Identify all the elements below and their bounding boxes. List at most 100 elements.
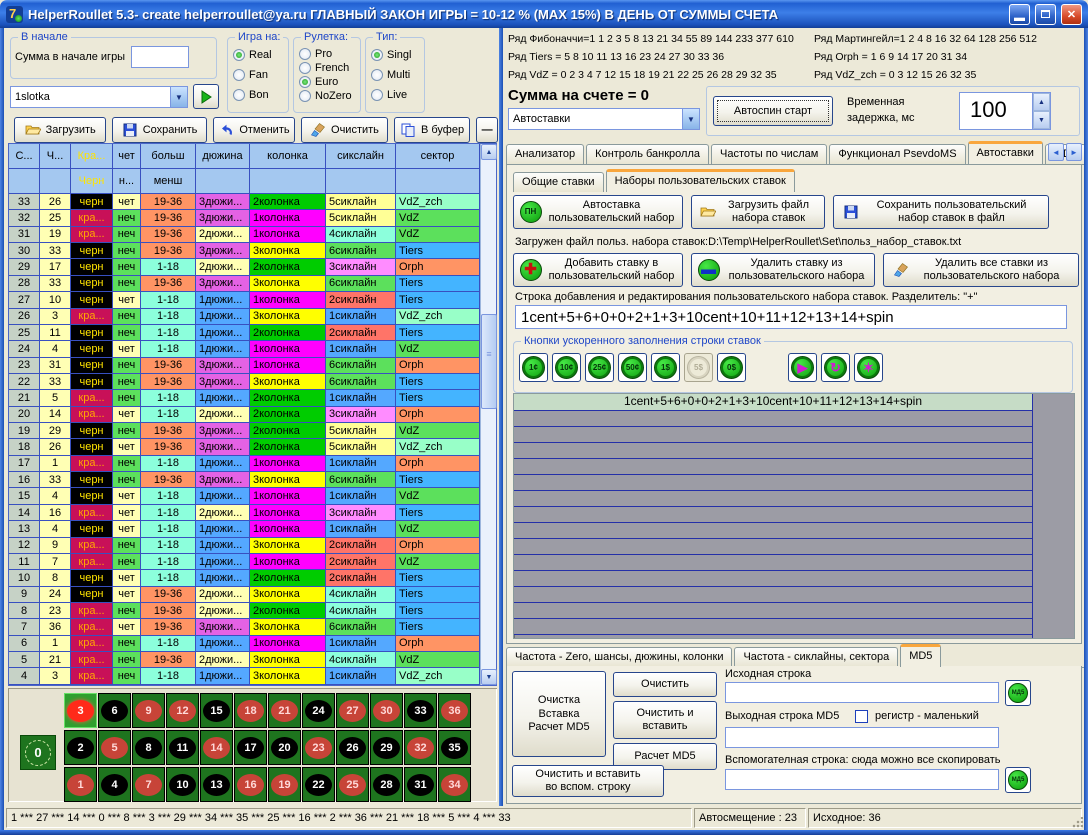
radio-bon[interactable]: Bon: [233, 89, 272, 101]
radio-multi[interactable]: Multi: [371, 69, 411, 81]
roulette-number-30[interactable]: 30: [370, 693, 403, 728]
clear-button[interactable]: Очистить: [301, 117, 387, 143]
roulette-number-31[interactable]: 31: [404, 767, 437, 802]
roulette-number-7[interactable]: 7: [132, 767, 165, 802]
roulette-number-3[interactable]: 3: [64, 693, 97, 728]
spinner-down-icon[interactable]: ▼: [1033, 111, 1050, 129]
roulette-number-25[interactable]: 25: [336, 767, 369, 802]
minimize-button[interactable]: ▬: [1009, 4, 1030, 25]
add-bet-button[interactable]: ✚ Добавить ставку в пользовательский наб…: [513, 253, 683, 287]
roulette-number-22[interactable]: 22: [302, 767, 335, 802]
roulette-number-23[interactable]: 23: [302, 730, 335, 765]
roulette-number-32[interactable]: 32: [404, 730, 437, 765]
main-tab-3[interactable]: Частоты по числам: [711, 144, 827, 164]
aux-string-input[interactable]: [725, 769, 999, 790]
spinner-up-icon[interactable]: ▲: [1033, 93, 1050, 111]
load-button[interactable]: Загрузить: [14, 117, 106, 143]
md5-aux-icon-button[interactable]: МД5: [1005, 767, 1031, 793]
scroll-thumb[interactable]: [481, 314, 497, 409]
roulette-number-14[interactable]: 14: [200, 730, 233, 765]
roulette-number-0[interactable]: 0: [20, 735, 56, 770]
radio-real[interactable]: Real: [233, 49, 272, 61]
bet-set-list[interactable]: 1cent+5+6+0+0+2+1+3+10cent+10+11+12+13+1…: [513, 393, 1075, 639]
tabs-scroll-left-icon[interactable]: ◄: [1048, 143, 1064, 161]
md5-clear-button[interactable]: Очистить: [613, 672, 717, 697]
scroll-up-icon[interactable]: ▲: [481, 144, 497, 160]
radio-euro[interactable]: Euro: [299, 76, 352, 88]
roulette-number-8[interactable]: 8: [132, 730, 165, 765]
begin-sum-input[interactable]: [131, 46, 189, 68]
lowercase-checkbox[interactable]: [855, 710, 868, 723]
md5-clear-paste-button[interactable]: Очистить и вставить: [613, 701, 717, 739]
source-string-input[interactable]: [725, 682, 999, 703]
delay-spinner[interactable]: 100 ▲ ▼: [959, 92, 1051, 130]
main-tab-4[interactable]: Функционал PsevdoMS: [829, 144, 965, 164]
freq-tab-1[interactable]: Частота - Zero, шансы, дюжины, колонки: [506, 647, 732, 667]
roulette-number-10[interactable]: 10: [166, 767, 199, 802]
chip-0d-button[interactable]: 0$: [717, 353, 746, 382]
roulette-number-21[interactable]: 21: [268, 693, 301, 728]
roulette-number-26[interactable]: 26: [336, 730, 369, 765]
chip-1d-button[interactable]: 1$: [651, 353, 680, 382]
md5-clear-paste-aux-button[interactable]: Очистить и вставить во вспом. строку: [512, 765, 664, 797]
radio-live[interactable]: Live: [371, 89, 411, 101]
resize-grip[interactable]: [1071, 817, 1083, 829]
roulette-number-20[interactable]: 20: [268, 730, 301, 765]
autospin-start-button[interactable]: Автоспин старт: [713, 96, 833, 126]
roulette-number-12[interactable]: 12: [166, 693, 199, 728]
roulette-number-29[interactable]: 29: [370, 730, 403, 765]
play-button[interactable]: ▶: [788, 353, 817, 382]
roulette-number-16[interactable]: 16: [234, 767, 267, 802]
roulette-number-28[interactable]: 28: [370, 767, 403, 802]
md5-calc-icon-button[interactable]: МД5: [1005, 680, 1031, 706]
load-set-file-button[interactable]: Загрузить файл набора ставок: [691, 195, 825, 229]
radio-pro[interactable]: Pro: [299, 48, 352, 60]
radio-singl[interactable]: Singl: [371, 49, 411, 61]
roulette-number-19[interactable]: 19: [268, 767, 301, 802]
roulette-number-11[interactable]: 11: [166, 730, 199, 765]
bet-string-input[interactable]: [515, 305, 1067, 329]
roulette-number-15[interactable]: 15: [200, 693, 233, 728]
mode-select[interactable]: Автоставки ▼: [508, 108, 700, 130]
radio-fan[interactable]: Fan: [233, 69, 272, 81]
sets-tab-2[interactable]: Наборы пользовательских ставок: [606, 169, 795, 192]
run-slot-button[interactable]: [193, 84, 219, 109]
roulette-number-13[interactable]: 13: [200, 767, 233, 802]
roulette-number-6[interactable]: 6: [98, 693, 131, 728]
tabs-scroll-right-icon[interactable]: ►: [1066, 143, 1082, 161]
roulette-number-9[interactable]: 9: [132, 693, 165, 728]
freq-tab-3[interactable]: MD5: [900, 644, 941, 667]
spin-button[interactable]: ✶: [854, 353, 883, 382]
remove-bet-button[interactable]: ▬ Удалить ставку из пользовательского на…: [691, 253, 875, 287]
chip-1c-button[interactable]: 1¢: [519, 353, 548, 382]
chevron-down-icon[interactable]: ▼: [170, 87, 187, 107]
table-scrollbar[interactable]: ▲ ▼: [480, 144, 496, 685]
chip-50c-button[interactable]: 50¢: [618, 353, 647, 382]
maximize-button[interactable]: [1035, 4, 1056, 25]
freq-tab-2[interactable]: Частота - сиклайны, сектора: [734, 647, 898, 667]
roulette-number-5[interactable]: 5: [98, 730, 131, 765]
main-tab-1[interactable]: Анализатор: [506, 144, 584, 164]
sets-tab-1[interactable]: Общие ставки: [513, 172, 604, 192]
save-set-file-button[interactable]: Сохранить пользовательский набор ставок …: [833, 195, 1049, 229]
chip-25c-button[interactable]: 25¢: [585, 353, 614, 382]
collapse-button[interactable]: —: [476, 117, 498, 143]
close-button[interactable]: ✕: [1061, 4, 1082, 25]
roulette-number-34[interactable]: 34: [438, 767, 471, 802]
roulette-number-1[interactable]: 1: [64, 767, 97, 802]
output-string-input[interactable]: [725, 727, 999, 748]
radio-nozero[interactable]: NoZero: [299, 90, 352, 102]
autobet-user-set-button[interactable]: ПН Автоставка пользовательский набор: [513, 195, 683, 229]
chevron-down-icon[interactable]: ▼: [682, 109, 699, 129]
roulette-number-35[interactable]: 35: [438, 730, 471, 765]
radio-french[interactable]: French: [299, 62, 352, 74]
roulette-number-2[interactable]: 2: [64, 730, 97, 765]
roulette-number-17[interactable]: 17: [234, 730, 267, 765]
scroll-down-icon[interactable]: ▼: [481, 669, 497, 685]
roulette-number-33[interactable]: 33: [404, 693, 437, 728]
main-tab-5[interactable]: Автоставки: [968, 141, 1043, 164]
md5-all-in-one-button[interactable]: Очистка Вставка Расчет MD5: [512, 671, 606, 757]
roulette-number-27[interactable]: 27: [336, 693, 369, 728]
main-tab-2[interactable]: Контроль банкролла: [586, 144, 709, 164]
roulette-number-4[interactable]: 4: [98, 767, 131, 802]
